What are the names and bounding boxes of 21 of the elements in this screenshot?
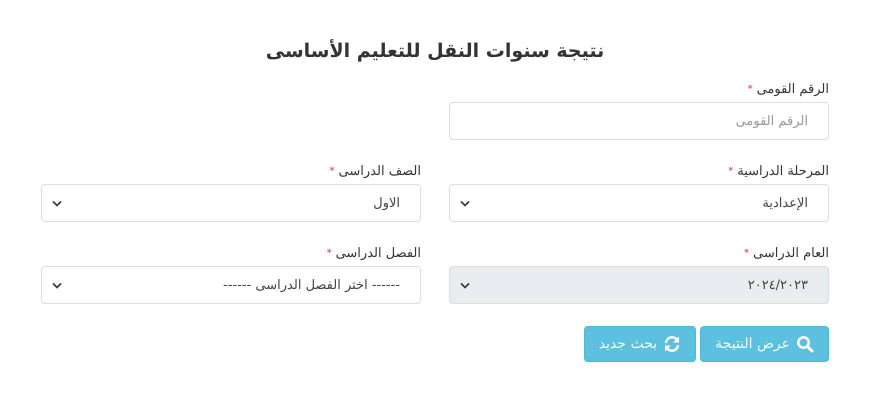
required-mark: * xyxy=(326,248,332,258)
search-icon xyxy=(796,335,814,353)
select-field[interactable]: الإعدادية xyxy=(449,184,829,222)
chevron-icon xyxy=(460,282,470,288)
field-label: المرحلة الدراسية xyxy=(737,164,829,178)
field-label: الرقم القومى xyxy=(756,82,829,96)
refresh-icon xyxy=(663,335,682,353)
field-label: الفصل الدراسى xyxy=(336,246,421,260)
field-label: العام الدراسى xyxy=(752,246,829,260)
national-id-field[interactable]: الرقم القومى xyxy=(449,102,829,140)
required-mark: * xyxy=(728,166,734,176)
required-mark: * xyxy=(330,166,335,176)
field-label: الصف الدراسى xyxy=(338,164,421,178)
required-mark: * xyxy=(744,248,749,258)
chevron-icon xyxy=(460,200,470,206)
chevron-icon xyxy=(52,282,62,288)
required-mark: * xyxy=(748,84,753,94)
select-field[interactable]: الاول xyxy=(41,184,421,222)
select-field[interactable]: ------ اختر الفصل الدراسى ------ xyxy=(41,266,421,304)
page-title: نتيجة سنوات النقل للتعليم الأساسى xyxy=(264,40,606,62)
chevron-icon xyxy=(52,200,62,206)
